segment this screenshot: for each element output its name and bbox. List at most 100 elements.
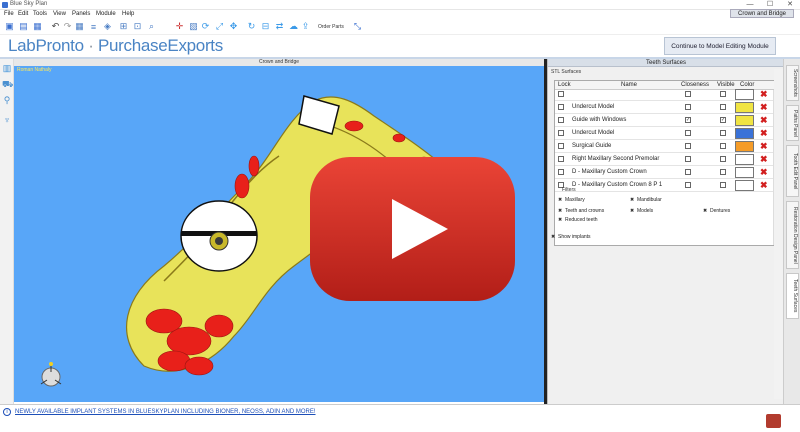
teeth-icon[interactable]: ▥ [2,63,12,73]
filter-maxillary[interactable]: ✖ Maxillary [558,197,585,203]
color-swatch[interactable] [735,180,754,191]
rotate-icon[interactable]: ↻ [246,21,257,32]
visible-checkbox[interactable] [720,130,726,136]
lock-checkbox[interactable] [558,143,564,149]
color-swatch[interactable] [735,102,754,113]
table-row[interactable]: Undercut Model ✖ [555,101,773,114]
grid-icon[interactable]: ▦ [74,21,85,32]
closeness-checkbox[interactable] [685,104,691,110]
menu-file[interactable]: File [4,11,14,17]
lock-checkbox[interactable] [558,130,564,136]
table-row[interactable]: D - Maxillary Custom Crown ✖ [555,166,773,179]
filter-reduced-teeth[interactable]: ✖ Reduced teeth [558,217,598,223]
color-swatch[interactable] [735,128,754,139]
layers-icon[interactable]: ≡ [88,21,99,32]
order-parts-button[interactable]: Order Parts [318,24,344,30]
menu-edit[interactable]: Edit [18,11,28,17]
3d-viewport[interactable]: Roman Nathaly [14,66,544,402]
table-row[interactable]: ✖ [555,88,773,101]
redo-icon[interactable]: ↷ [62,21,73,32]
visible-checkbox[interactable] [720,182,726,188]
color-swatch[interactable] [735,141,754,152]
pan-icon[interactable]: ✥ [228,21,239,32]
closeness-checkbox[interactable] [685,130,691,136]
closeness-checkbox[interactable] [685,156,691,162]
menu-module[interactable]: Module [96,11,116,17]
show-implants-toggle[interactable]: ✖ Show implants [551,234,591,240]
delete-icon[interactable]: ✖ [760,102,768,113]
tab-screenshots[interactable]: Screenshots [786,65,799,101]
color-swatch[interactable] [735,115,754,126]
continue-button[interactable]: Continue to Model Editing Module [664,37,776,55]
table-row[interactable]: D - Maxillary Custom Crown 8 P 1 ✖ [555,179,773,192]
table-row[interactable]: Undercut Model ✖ [555,127,773,140]
save-icon[interactable]: ▦ [32,21,43,32]
table-row[interactable]: Surgical Guide ✖ [555,140,773,153]
filter-dentures[interactable]: ✖ Dentures [703,208,730,214]
tab-tooth-edit-panel[interactable]: Tooth Edit Panel [786,145,799,197]
orientation-gizmo-icon[interactable] [38,360,64,390]
closeness-checkbox[interactable] [685,143,691,149]
visible-checkbox[interactable] [720,169,726,175]
color-swatch[interactable] [735,89,754,100]
upload-icon[interactable]: ⇪ [300,21,311,32]
align-icon[interactable]: ⊞ [118,21,129,32]
lock-checkbox[interactable] [558,117,564,123]
lock-checkbox[interactable] [558,104,564,110]
news-marquee-link[interactable]: NEWLY AVAILABLE IMPLANT SYSTEMS IN BLUES… [15,409,316,415]
lock-checkbox[interactable] [558,156,564,162]
visible-checkbox[interactable] [720,143,726,149]
youtube-play-icon[interactable] [310,157,515,301]
visible-checkbox[interactable]: ✓ [720,117,726,123]
zoom-fit-icon[interactable]: ⤢ [214,21,225,32]
corner-badge-icon[interactable] [766,414,781,428]
color-swatch[interactable] [735,167,754,178]
closeness-checkbox[interactable] [685,91,691,97]
swap-icon[interactable]: ⇄ [274,21,285,32]
tab-restoration-design-panel[interactable]: Restoration Design Panel [786,201,799,269]
delete-icon[interactable]: ✖ [760,128,768,139]
delete-icon[interactable]: ✖ [760,141,768,152]
open-folder-icon[interactable]: ▤ [18,21,29,32]
cart-icon[interactable]: ⛟ [2,79,13,89]
delete-icon[interactable]: ✖ [760,89,768,100]
table-row[interactable]: Right Maxillary Second Premolar ✖ [555,153,773,166]
menu-help[interactable]: Help [122,11,134,17]
table-row[interactable]: Guide with Windows ✓ ✓ ✖ [555,114,773,127]
panel-scrollbar[interactable] [774,69,783,399]
closeness-checkbox[interactable] [685,169,691,175]
tab-paths-panel[interactable]: Paths Panel [786,105,799,141]
lock-checkbox[interactable] [558,91,564,97]
menu-tools[interactable]: Tools [33,11,47,17]
transform-icon[interactable]: ⊟ [260,21,271,32]
tooth-icon[interactable]: ♆ [2,115,12,125]
measure-icon[interactable]: ◈ [102,21,113,32]
color-swatch[interactable] [735,154,754,165]
wand-icon[interactable]: ⤡ [352,21,363,32]
cloud-icon[interactable]: ☁ [288,21,299,32]
model-icon[interactable]: ⊡ [132,21,143,32]
delete-icon[interactable]: ✖ [760,167,768,178]
visible-checkbox[interactable] [720,104,726,110]
closeness-checkbox[interactable] [685,182,691,188]
new-file-icon[interactable]: ▣ [4,21,15,32]
pin-icon[interactable]: ✛ [174,21,185,32]
lock-checkbox[interactable] [558,169,564,175]
refresh-icon[interactable]: ⟳ [200,21,211,32]
mode-tab[interactable]: Crown and Bridge [730,9,794,18]
delete-icon[interactable]: ✖ [760,115,768,126]
menu-panels[interactable]: Panels [72,11,90,17]
menu-view[interactable]: View [53,11,66,17]
visible-checkbox[interactable] [720,91,726,97]
undo-icon[interactable]: ↶ [50,21,61,32]
tab-teeth-surfaces[interactable]: Teeth Surfaces [786,273,799,319]
filter-mandibular[interactable]: ✖ Mandibular [630,197,662,203]
delete-icon[interactable]: ✖ [760,154,768,165]
filter-teeth-crowns[interactable]: ✖ Teeth and crowns [558,208,604,214]
filter-models[interactable]: ✖ Models [630,208,653,214]
delete-icon[interactable]: ✖ [760,180,768,191]
visible-checkbox[interactable] [720,156,726,162]
closeness-checkbox[interactable]: ✓ [685,117,691,123]
implant-icon[interactable]: ⚲ [2,95,12,105]
zoom-icon[interactable]: ⌕ [146,21,157,32]
